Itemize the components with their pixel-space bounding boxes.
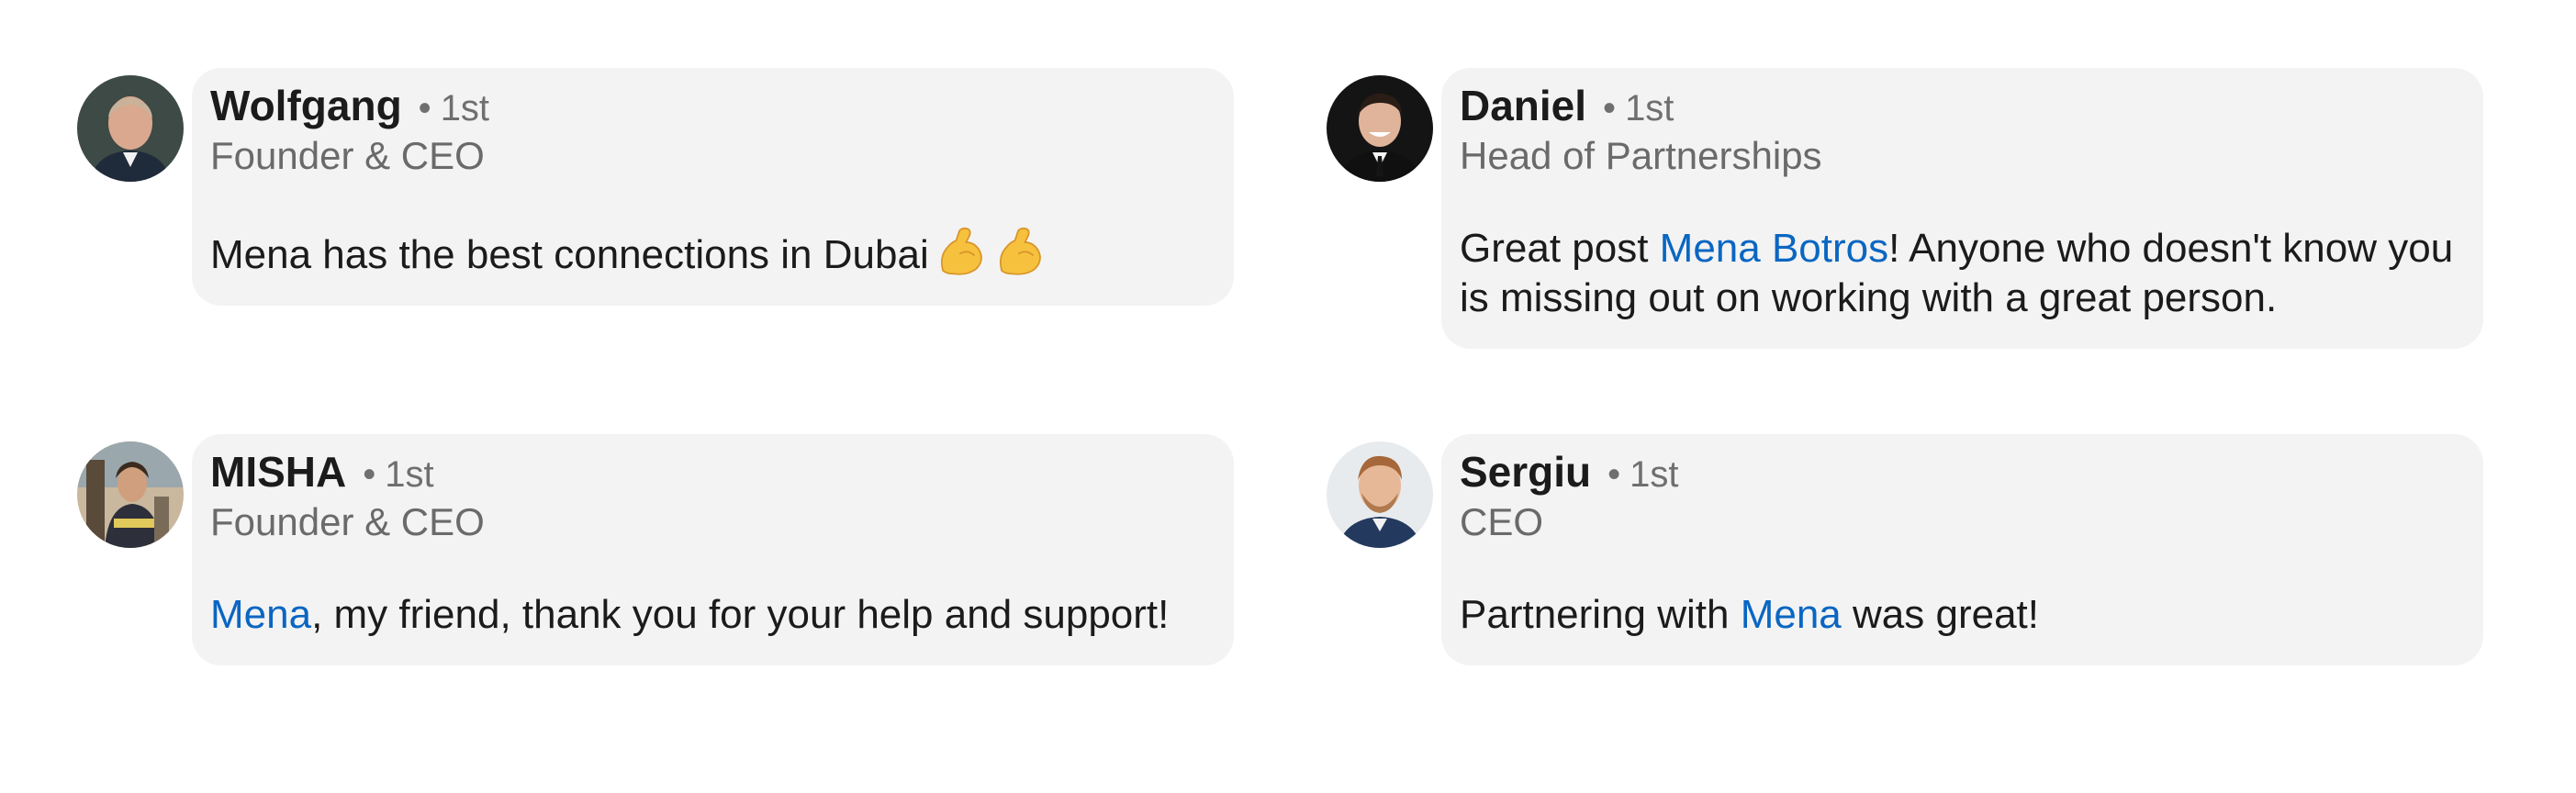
avatar[interactable] (77, 441, 184, 548)
mention-link[interactable]: Mena (210, 592, 311, 637)
comment-header: Daniel • 1st (1460, 81, 2465, 132)
comment-text-body: Mena has the best connections in Dubai (210, 232, 929, 277)
avatar[interactable] (1327, 441, 1433, 548)
author-headline: Founder & CEO (210, 134, 485, 177)
comment-text-before: Great post (1460, 226, 1660, 271)
author-headline: CEO (1460, 500, 1544, 543)
comment-text-after: was great! (1841, 592, 2039, 637)
connection-degree: • 1st (1603, 88, 1674, 129)
degree-label: 1st (1625, 88, 1674, 128)
comment-text: Great post Mena Botros! Anyone who doesn… (1460, 224, 2465, 323)
comment-text: Partnering with Mena was great! (1460, 590, 2465, 640)
comment-bubble: Daniel • 1st Head of Partnerships Great p… (1441, 68, 2483, 349)
comment-bubble: Sergiu • 1st CEO Partnering with Mena was… (1441, 434, 2483, 665)
degree-label: 1st (440, 88, 490, 128)
connection-degree: • 1st (1607, 454, 1678, 496)
author-name[interactable]: Wolfgang (210, 81, 402, 130)
degree-label: 1st (385, 454, 434, 495)
avatar-photo-icon (77, 75, 184, 182)
avatar[interactable] (77, 75, 184, 182)
degree-label: 1st (1630, 454, 1679, 495)
comment-bubble: Wolfgang • 1st Founder & CEO Mena has the… (192, 68, 1234, 306)
comment-bubble: MISHA • 1st Founder & CEO Mena, my friend… (192, 434, 1234, 665)
author-name[interactable]: MISHA (210, 447, 346, 497)
author-headline: Head of Partnerships (1460, 134, 1822, 177)
comment-header: Wolfgang • 1st (210, 81, 1215, 132)
mention-link[interactable]: Mena Botros (1660, 226, 1888, 271)
connection-degree: • 1st (419, 88, 489, 129)
comment-text-before: Partnering with (1460, 592, 1741, 637)
mention-link[interactable]: Mena (1741, 592, 1842, 637)
avatar-photo-icon (77, 441, 184, 548)
separator-dot-icon: • (418, 88, 431, 128)
separator-dot-icon: • (1603, 88, 1617, 128)
author-name[interactable]: Daniel (1460, 81, 1586, 130)
connection-degree: • 1st (363, 454, 433, 496)
author-name[interactable]: Sergiu (1460, 447, 1591, 497)
separator-dot-icon: • (363, 454, 376, 495)
comment-header: Sergiu • 1st (1460, 447, 2465, 498)
flexed-biceps-icon (940, 227, 982, 275)
separator-dot-icon: • (1607, 454, 1621, 495)
comment-text: Mena has the best connections in Dubai (210, 224, 1215, 280)
comment-header: MISHA • 1st (210, 447, 1215, 498)
flexed-biceps-icon (999, 227, 1041, 275)
avatar[interactable] (1327, 75, 1433, 182)
comment-text-after: , my friend, thank you for your help and… (311, 592, 1170, 637)
avatar-photo-icon (1327, 75, 1433, 182)
comment-text: Mena, my friend, thank you for your help… (210, 590, 1215, 640)
author-headline: Founder & CEO (210, 500, 485, 543)
avatar-photo-icon (1327, 441, 1433, 548)
